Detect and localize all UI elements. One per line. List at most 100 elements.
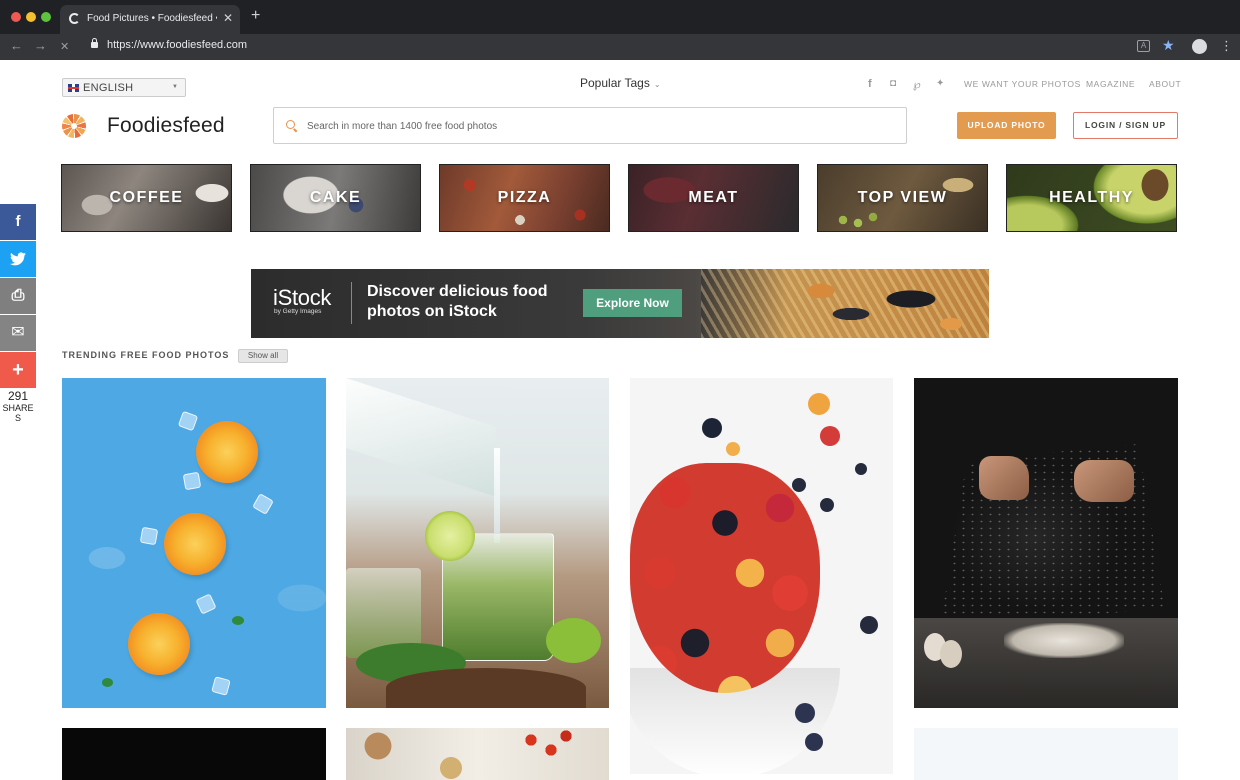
we-want-your-photos-link[interactable]: WE WANT YOUR PHOTOS: [964, 79, 1081, 89]
browser-tab[interactable]: Food Pictures • Foodiesfeed • ✕: [60, 5, 240, 34]
pouring-water: [494, 448, 500, 543]
blueberry: [855, 463, 867, 475]
minimize-window-button[interactable]: [26, 12, 36, 22]
share-count-label: SHARES: [2, 403, 34, 423]
about-link[interactable]: ABOUT: [1149, 79, 1181, 89]
url-field[interactable]: https://www.foodiesfeed.com: [107, 39, 247, 51]
twitter-share-button[interactable]: [0, 241, 36, 277]
new-tab-button[interactable]: +: [251, 8, 260, 24]
raspberry: [808, 393, 830, 415]
forward-icon[interactable]: →: [34, 38, 47, 53]
email-share-button[interactable]: ✉: [0, 315, 36, 351]
logo-icon[interactable]: [62, 114, 86, 138]
facebook-icon[interactable]: f: [868, 78, 872, 90]
language-label: ENGLISH: [83, 82, 134, 94]
left-hand: [979, 456, 1029, 500]
category-cake[interactable]: CAKE: [250, 164, 421, 232]
raspberry: [820, 426, 840, 446]
ad-pasta-image: [701, 269, 989, 338]
bookmark-star-icon[interactable]: ★: [1162, 37, 1175, 54]
orange-slice: [196, 421, 258, 483]
share-count: 291: [7, 389, 29, 403]
category-pizza[interactable]: PIZZA: [439, 164, 610, 232]
photo-dark[interactable]: [62, 728, 326, 780]
pouring-bottle: [346, 378, 496, 497]
explore-now-button[interactable]: Explore Now: [583, 289, 682, 317]
search-icon: [286, 120, 295, 129]
more-share-button[interactable]: +: [0, 352, 36, 388]
maximize-window-button[interactable]: [41, 12, 51, 22]
popular-tags-label: Popular Tags: [580, 76, 650, 90]
login-signup-button[interactable]: LOGIN / SIGN UP: [1073, 112, 1178, 139]
print-share-button[interactable]: ⎙: [0, 278, 36, 314]
address-bar: ← → ✕ https://www.foodiesfeed.com A ★ ⋮: [0, 34, 1240, 60]
egg: [940, 640, 962, 668]
twitter-icon[interactable]: ✦: [936, 78, 944, 89]
ice-cube: [139, 526, 159, 546]
tab-title: Food Pictures • Foodiesfeed •: [87, 13, 217, 24]
trending-section-title: TRENDING FREE FOOD PHOTOS: [62, 350, 230, 360]
istock-ad-banner[interactable]: iStock by Getty Images Discover deliciou…: [251, 269, 989, 338]
category-label: COFFEE: [109, 189, 184, 206]
popular-tags-dropdown[interactable]: Popular Tags ⌄: [580, 76, 661, 90]
photo-light[interactable]: [914, 728, 1178, 780]
logo-text[interactable]: Foodiesfeed: [107, 114, 225, 138]
magazine-link[interactable]: MAGAZINE: [1086, 79, 1135, 89]
lock-icon: [91, 38, 98, 48]
category-healthy[interactable]: HEALTHY: [1006, 164, 1177, 232]
photo-tomatoes[interactable]: [346, 728, 609, 780]
show-all-button[interactable]: Show all: [238, 349, 288, 363]
browser-menu-icon[interactable]: ⋮: [1220, 38, 1233, 54]
mint-leaf: [102, 678, 113, 687]
ad-headline: Discover delicious food photos on iStock: [367, 283, 548, 320]
mixed-berries: [630, 463, 820, 693]
istock-logo-sub: by Getty Images: [274, 308, 322, 315]
blueberry: [795, 703, 815, 723]
mint-leaf: [232, 616, 244, 625]
facebook-share-button[interactable]: f: [0, 204, 36, 240]
search-box[interactable]: [273, 107, 907, 144]
close-window-button[interactable]: [11, 12, 21, 22]
ice-cube: [195, 593, 217, 615]
category-label: CAKE: [309, 189, 362, 206]
blueberry: [702, 418, 722, 438]
category-coffee[interactable]: COFFEE: [61, 164, 232, 232]
chevron-down-icon: ▼: [172, 84, 178, 90]
browser-tab-bar: Food Pictures • Foodiesfeed • ✕ +: [0, 0, 1240, 34]
stop-loading-icon[interactable]: ✕: [60, 40, 69, 53]
page: ENGLISH ▼ Popular Tags ⌄ f ◘ ℘ ✦ WE WANT …: [0, 60, 1240, 780]
pinterest-icon[interactable]: ℘: [913, 78, 921, 91]
photo-berries-bowl[interactable]: [630, 378, 893, 774]
right-hand: [1074, 460, 1134, 502]
lime-wedge: [546, 618, 601, 663]
ice-cube: [182, 471, 202, 491]
flour-pile: [1004, 623, 1124, 658]
tab-close-icon[interactable]: ✕: [223, 11, 233, 25]
instagram-icon[interactable]: ◘: [890, 78, 896, 89]
profile-avatar[interactable]: [1192, 39, 1207, 54]
category-label: PIZZA: [497, 189, 552, 206]
upload-photo-button[interactable]: UPLOAD PHOTO: [957, 112, 1056, 139]
blueberry: [805, 733, 823, 751]
orange-slice: [128, 613, 190, 675]
uk-flag-icon: [68, 84, 79, 92]
orange-slice: [164, 513, 226, 575]
lime-slice: [425, 511, 475, 561]
search-input[interactable]: [307, 117, 887, 135]
back-icon[interactable]: ←: [10, 38, 23, 53]
blueberry: [820, 498, 834, 512]
ice-cube: [177, 410, 199, 432]
photo-baker-flour[interactable]: [914, 378, 1178, 708]
photo-mojito[interactable]: [346, 378, 609, 708]
blueberry: [792, 478, 806, 492]
ad-divider: [351, 282, 352, 324]
language-select[interactable]: ENGLISH ▼: [62, 78, 186, 97]
category-label: TOP VIEW: [857, 189, 948, 206]
translate-icon[interactable]: A: [1137, 40, 1150, 52]
twitter-bird-icon: [10, 252, 26, 266]
ice-cube: [252, 493, 274, 515]
photo-oranges-blue[interactable]: [62, 378, 326, 708]
category-top-view[interactable]: TOP VIEW: [817, 164, 988, 232]
category-meat[interactable]: MEAT: [628, 164, 799, 232]
chevron-down-icon: ⌄: [653, 80, 661, 89]
